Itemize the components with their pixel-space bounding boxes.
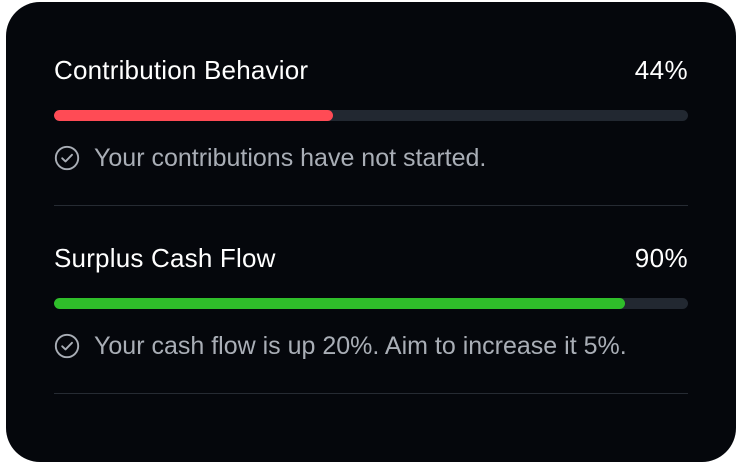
metric-title: Contribution Behavior — [54, 54, 309, 85]
metric-note-text: Your contributions have not started. — [94, 143, 487, 172]
metrics-card: Contribution Behavior 44% Your contribut… — [6, 2, 736, 462]
metric-header: Surplus Cash Flow 90% — [54, 238, 688, 278]
metric-note: Your contributions have not started. — [54, 142, 688, 174]
progress-track — [54, 298, 688, 309]
surplus-cash-flow-metric: Surplus Cash Flow 90% Your cash flow is … — [54, 206, 688, 362]
metric-percent: 44% — [634, 54, 688, 85]
check-circle-icon — [54, 333, 80, 359]
progress-track — [54, 110, 688, 121]
metric-title: Surplus Cash Flow — [54, 242, 276, 273]
progress-fill — [54, 110, 333, 121]
metric-note-text: Your cash flow is up 20%. Aim to increas… — [94, 331, 627, 360]
metric-note: Your cash flow is up 20%. Aim to increas… — [54, 330, 688, 362]
contribution-behavior-metric: Contribution Behavior 44% Your contribut… — [54, 2, 688, 174]
metric-header: Contribution Behavior 44% — [54, 50, 688, 90]
check-circle-icon — [54, 145, 80, 171]
progress-fill — [54, 298, 625, 309]
metric-percent: 90% — [634, 242, 688, 273]
section-divider — [54, 393, 688, 394]
